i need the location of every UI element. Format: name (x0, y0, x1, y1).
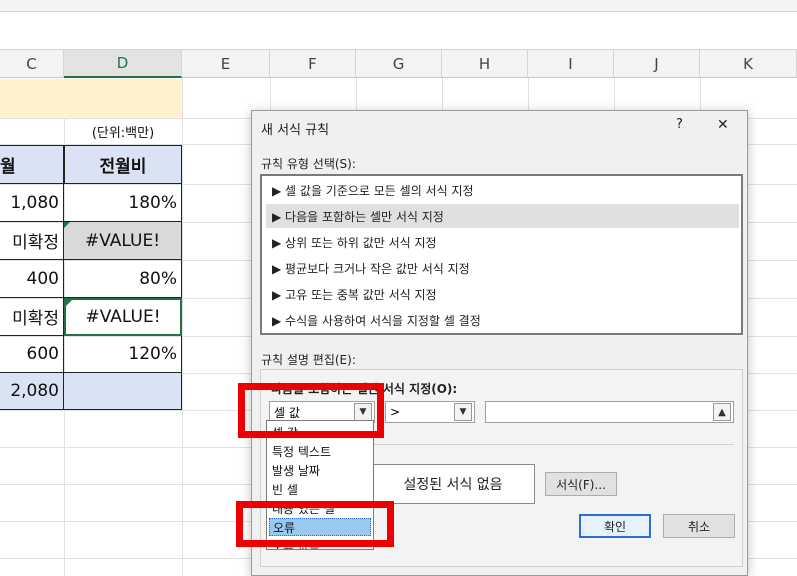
dropdown-item[interactable]: 빈 셀 (269, 480, 371, 498)
close-icon[interactable]: ✕ (717, 117, 729, 133)
preview-text: 설정된 서식 없음 (403, 477, 503, 493)
gridline (182, 78, 183, 576)
cell-text: 미확정 (12, 309, 59, 329)
col-header-i[interactable]: I (528, 50, 614, 78)
col-header-label: C (26, 54, 37, 73)
rule-type-list[interactable]: ▶ 셀 값을 기준으로 모든 셀의 서식 지정 ▶ 다음을 포함하는 셀만 서식… (260, 174, 743, 335)
error-indicator-icon (66, 300, 72, 306)
header-cell-c[interactable]: 월 (0, 145, 64, 184)
col-header-label: I (568, 54, 573, 73)
ok-button[interactable]: 확인 (579, 514, 651, 538)
operator-combo[interactable]: > ▼ (385, 401, 475, 423)
cell-c-2[interactable]: 미확정 (0, 222, 64, 260)
cell-c-3[interactable]: 400 (0, 260, 64, 298)
header-text: 전월비 (99, 157, 147, 177)
cell-text: 80% (139, 268, 177, 289)
cell-c-1[interactable]: 1,080 (0, 184, 64, 222)
rule-type-item[interactable]: ▶ 수식을 사용하여 서식을 지정할 셀 결정 (266, 308, 739, 332)
highlight-box-combo (238, 383, 384, 438)
ribbon-edge (0, 0, 797, 12)
col-header-h[interactable]: H (442, 50, 528, 78)
title-cell[interactable] (0, 79, 182, 118)
cell-text: #VALUE! (84, 230, 161, 251)
col-header-label: H (478, 54, 491, 73)
value-input[interactable]: ▲ (485, 401, 734, 423)
rule-type-item[interactable]: ▶ 평균보다 크거나 작은 값만 서식 지정 (266, 256, 739, 280)
cell-c-5[interactable]: 600 (0, 336, 64, 373)
cell-text: 400 (26, 268, 59, 289)
rule-type-label: 규칙 유형 선택(S): (261, 157, 356, 171)
col-header-label: K (743, 54, 753, 73)
col-header-label: E (220, 54, 231, 73)
cell-text: 180% (128, 192, 177, 213)
dialog-title: 새 서식 규칙 (261, 123, 330, 138)
header-cell-d[interactable]: 전월비 (64, 145, 182, 184)
cell-d-2[interactable]: #VALUE! (64, 222, 182, 260)
cell-text: 600 (26, 344, 59, 364)
cell-d-4-active[interactable]: #VALUE! (64, 298, 182, 336)
cell-text: 2,080 (10, 381, 59, 401)
header-text: 월 (0, 157, 16, 177)
error-indicator-icon (64, 222, 70, 228)
unit-note[interactable]: (단위:백만) (64, 118, 182, 144)
dropdown-item[interactable]: 발생 날짜 (269, 461, 371, 479)
cell-d-total[interactable] (64, 373, 182, 410)
col-header-label: F (308, 54, 317, 73)
cell-text: 미확정 (12, 233, 59, 253)
unit-note-text: (단위:백만) (91, 125, 155, 141)
rule-type-item-selected[interactable]: ▶ 다음을 포함하는 셀만 서식 지정 (266, 204, 739, 228)
rule-type-item[interactable]: ▶ 고유 또는 중복 값만 서식 지정 (266, 282, 739, 306)
cell-d-3[interactable]: 80% (64, 260, 182, 298)
format-preview: 설정된 서식 없음 (371, 464, 535, 504)
col-header-f[interactable]: F (270, 50, 356, 78)
highlight-box-error-item (236, 501, 394, 547)
col-header-k[interactable]: K (700, 50, 797, 78)
col-header-d[interactable]: D (64, 50, 182, 78)
cell-text: #VALUE! (85, 307, 161, 327)
col-header-label: G (392, 54, 405, 73)
cell-text: 1,080 (10, 192, 59, 213)
chevron-down-icon[interactable]: ▼ (454, 403, 472, 421)
edit-rule-label: 규칙 설명 편집(E): (261, 353, 356, 367)
collapse-dialog-icon[interactable]: ▲ (713, 403, 731, 421)
cell-text: 120% (128, 344, 177, 364)
col-header-label: J (654, 54, 659, 73)
combo-value: > (390, 405, 401, 419)
rule-type-item[interactable]: ▶ 셀 값을 기준으로 모든 셀의 서식 지정 (266, 178, 739, 202)
col-header-label: D (116, 54, 129, 72)
dropdown-item[interactable]: 특정 텍스트 (269, 442, 371, 460)
format-button[interactable]: 서식(F)... (545, 472, 617, 496)
cell-d-5[interactable]: 120% (64, 336, 182, 373)
col-header-e[interactable]: E (182, 50, 270, 78)
help-button[interactable]: ? (676, 117, 683, 132)
col-header-g[interactable]: G (356, 50, 442, 78)
formula-bar-area (0, 12, 797, 50)
cell-c-4[interactable]: 미확정 (0, 298, 64, 336)
cancel-button[interactable]: 취소 (663, 514, 735, 538)
cell-c-total[interactable]: 2,080 (0, 373, 64, 410)
col-header-j[interactable]: J (614, 50, 700, 78)
col-header-c[interactable]: C (0, 50, 64, 78)
cell-d-1[interactable]: 180% (64, 184, 182, 222)
rule-type-item[interactable]: ▶ 상위 또는 하위 값만 서식 지정 (266, 230, 739, 254)
